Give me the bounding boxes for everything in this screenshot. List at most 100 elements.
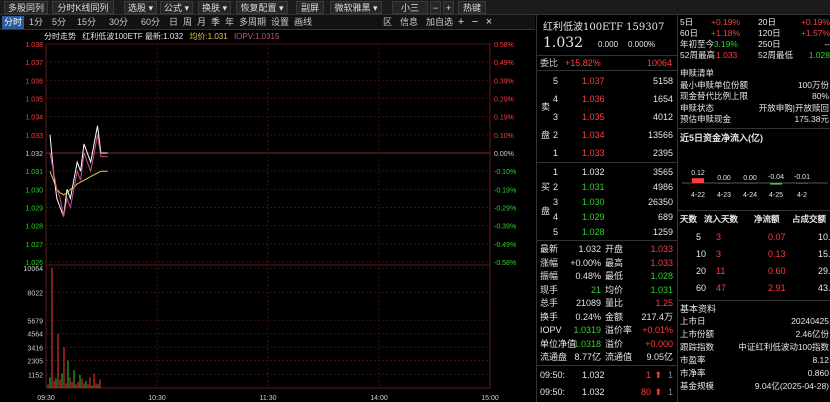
buy-row-0[interactable]: 1 1.032 3565 xyxy=(537,165,677,179)
flow-in-days: 3 xyxy=(716,249,722,259)
buy-price: 1.031 xyxy=(582,182,605,192)
period-tab-5[interactable]: 60分 xyxy=(135,16,166,29)
buy-row-3[interactable]: 4 1.029 689 xyxy=(537,210,677,224)
basic-value: 20240425 xyxy=(791,316,829,326)
volume-tick-label: 2305 xyxy=(27,359,43,366)
chart-window-control-1[interactable]: − xyxy=(469,16,481,29)
toolbar-button-5[interactable]: 恢复配置 ▾ xyxy=(236,1,288,14)
flow-days: 5 xyxy=(696,232,702,242)
sell-row-0[interactable]: 5 1.037 5158 xyxy=(537,74,677,88)
period-right-2[interactable]: 加自选 xyxy=(423,16,456,29)
chart-window-control-0[interactable]: + xyxy=(455,16,467,29)
y-tick-label: 1.036 xyxy=(25,78,43,85)
y-tick-label: 1.038 xyxy=(25,42,43,49)
font-size-plus-button[interactable]: + xyxy=(443,1,454,14)
period-tab-8[interactable]: 月 xyxy=(195,16,208,29)
stat-label: IOPV xyxy=(540,325,562,335)
flow-in-days: 47 xyxy=(716,283,727,293)
up-arrow-icon: ⬆ xyxy=(654,387,662,397)
chart-area: 分时走势 红利低波100ETF 最新:1.032 均价:1.031 IOPV:1… xyxy=(0,30,535,402)
basic-info: 上市日 20240425 上市份额 2.46亿份 跟踪指数 中证红利低波动100指数 市盈率… xyxy=(678,315,830,402)
y-tick-label: 1.027 xyxy=(25,242,43,249)
period-right-0[interactable]: 区 xyxy=(380,16,395,29)
volume-tick-label: 4564 xyxy=(27,332,43,339)
period-tab-4[interactable]: 30分 xyxy=(103,16,134,29)
buy-book: 1 1.032 3565 2 1.031 4986 3 1.030 26350 4 1.029 689… xyxy=(537,163,677,241)
subscribe-value: 80% xyxy=(811,91,829,101)
basic-label: 上市份额 xyxy=(680,329,715,339)
buy-level: 5 xyxy=(553,227,559,237)
tick-row[interactable]: 09:50: 1.032 80 ⬆ 1 xyxy=(537,384,677,398)
stat-value: 21 xyxy=(590,284,601,295)
stat-value: 0.48% xyxy=(575,271,601,281)
buy-volume: 4986 xyxy=(652,182,673,192)
stat-label: 均价 xyxy=(605,284,624,295)
sell-row-1[interactable]: 4 1.036 1654 xyxy=(537,92,677,106)
stat-row: 现手 21 均价 1.031 xyxy=(537,284,677,297)
sell-row-4[interactable]: 1 1.033 2395 xyxy=(537,146,677,160)
stat-value: +0.01% xyxy=(642,325,673,335)
stat-row: 涨幅 +0.00% 最高 1.033 xyxy=(537,257,677,270)
toolbar-button-8[interactable]: 小三 xyxy=(392,1,428,14)
toolbar-button-6[interactable]: 副屏 xyxy=(296,1,324,14)
toolbar-button-7[interactable]: 微软雅黑 ▾ xyxy=(330,1,382,14)
period-tab-3[interactable]: 15分 xyxy=(71,16,102,29)
stat-label: 振幅 xyxy=(540,271,559,281)
y-right-tick-label: -0.19% xyxy=(494,187,516,194)
toolbar-button-2[interactable]: 选股 ▾ xyxy=(124,1,158,14)
buy-row-4[interactable]: 5 1.028 1259 xyxy=(537,225,677,239)
buy-level: 3 xyxy=(553,197,559,207)
period-tab-10[interactable]: 年 xyxy=(223,16,236,29)
flow-table-header: 净流额 xyxy=(754,214,780,224)
toolbar-button-3[interactable]: 公式 ▾ xyxy=(160,1,194,14)
period-tab-9[interactable]: 季 xyxy=(209,16,222,29)
tick-row[interactable]: 09:50: 1.032 1 ⬆ 1 xyxy=(537,367,677,381)
intraday-chart[interactable]: 1.038 0.58% 1.037 0.49% 1.036 0.39% 1.035 0.29%… xyxy=(0,30,535,402)
basic-label: 市净率 xyxy=(680,368,706,378)
period-tab-11[interactable]: 多周期 xyxy=(237,16,268,29)
tick-volume: 1 xyxy=(645,370,651,380)
y-right-tick-label: 0.29% xyxy=(494,97,514,104)
buy-row-2[interactable]: 3 1.030 26350 xyxy=(537,195,677,209)
quote-panel: 红利低波100ETF 159307 1.032 0.000 0.000% 委比 … xyxy=(536,15,677,402)
sell-side-label: 卖 xyxy=(541,102,551,112)
basic-label: 基金规模 xyxy=(680,381,715,391)
tick-list[interactable]: 09:50: 1.032 1 ⬆ 1 09:50: 1.032 80 ⬆ 1 xyxy=(537,367,677,402)
y-tick-label: 1.029 xyxy=(25,206,43,213)
basic-title: 基本资料 xyxy=(680,304,717,314)
sell-row-3[interactable]: 2 1.034 13566 xyxy=(537,128,677,142)
sell-row-2[interactable]: 3 1.035 4012 xyxy=(537,110,677,124)
toolbar-button-9[interactable]: 热键 xyxy=(458,1,486,14)
sell-level: 3 xyxy=(553,112,559,122)
period-tab-12[interactable]: 设置 xyxy=(269,16,291,29)
flow-net: 0.13 xyxy=(768,249,786,259)
subscribe-info: 申赎清单 最小申赎单位份额 100万份 现金替代比例上限 80% 申赎状态 开放申购|开放赎… xyxy=(678,67,830,127)
period-tab-0[interactable]: 分时 xyxy=(2,16,24,29)
subscribe-value: 开放申购|开放赎回 xyxy=(758,102,829,113)
sell-volume: 4012 xyxy=(652,112,673,122)
quote-change-pct: 0.000% xyxy=(628,40,656,49)
toolbar-button-4[interactable]: 换肤 ▾ xyxy=(198,1,232,14)
basic-value: 8.12 xyxy=(812,355,829,365)
stat-value: 1.032 xyxy=(578,244,601,254)
basic-label: 跟踪指数 xyxy=(680,342,715,352)
period-right-1[interactable]: 信息 xyxy=(397,16,421,29)
period-tab-13[interactable]: 画线 xyxy=(292,16,314,29)
y-right-tick-label: 0.10% xyxy=(494,133,514,140)
toolbar-button-0[interactable]: 多股同列 xyxy=(4,1,49,14)
period-tab-2[interactable]: 5分 xyxy=(48,16,70,29)
period-tab-6[interactable]: 日 xyxy=(167,16,180,29)
flow-value: -0.04 xyxy=(768,174,784,181)
period-tab-7[interactable]: 周 xyxy=(181,16,194,29)
flow-in-days: 11 xyxy=(716,266,726,276)
sell-level: 4 xyxy=(553,94,559,104)
chart-window-control-2[interactable]: × xyxy=(483,16,495,29)
period-tab-1[interactable]: 1分 xyxy=(25,16,47,29)
volume-tick-label: 3416 xyxy=(27,345,43,352)
font-size-minus-button[interactable]: − xyxy=(430,1,441,14)
tick-price: 1.032 xyxy=(582,387,605,397)
toolbar-button-1[interactable]: 分时K线同列 xyxy=(52,1,114,14)
buy-row-1[interactable]: 2 1.031 4986 xyxy=(537,180,677,194)
tick-time: 09:50: xyxy=(540,387,566,397)
stat-value: 9.05亿 xyxy=(646,352,673,362)
